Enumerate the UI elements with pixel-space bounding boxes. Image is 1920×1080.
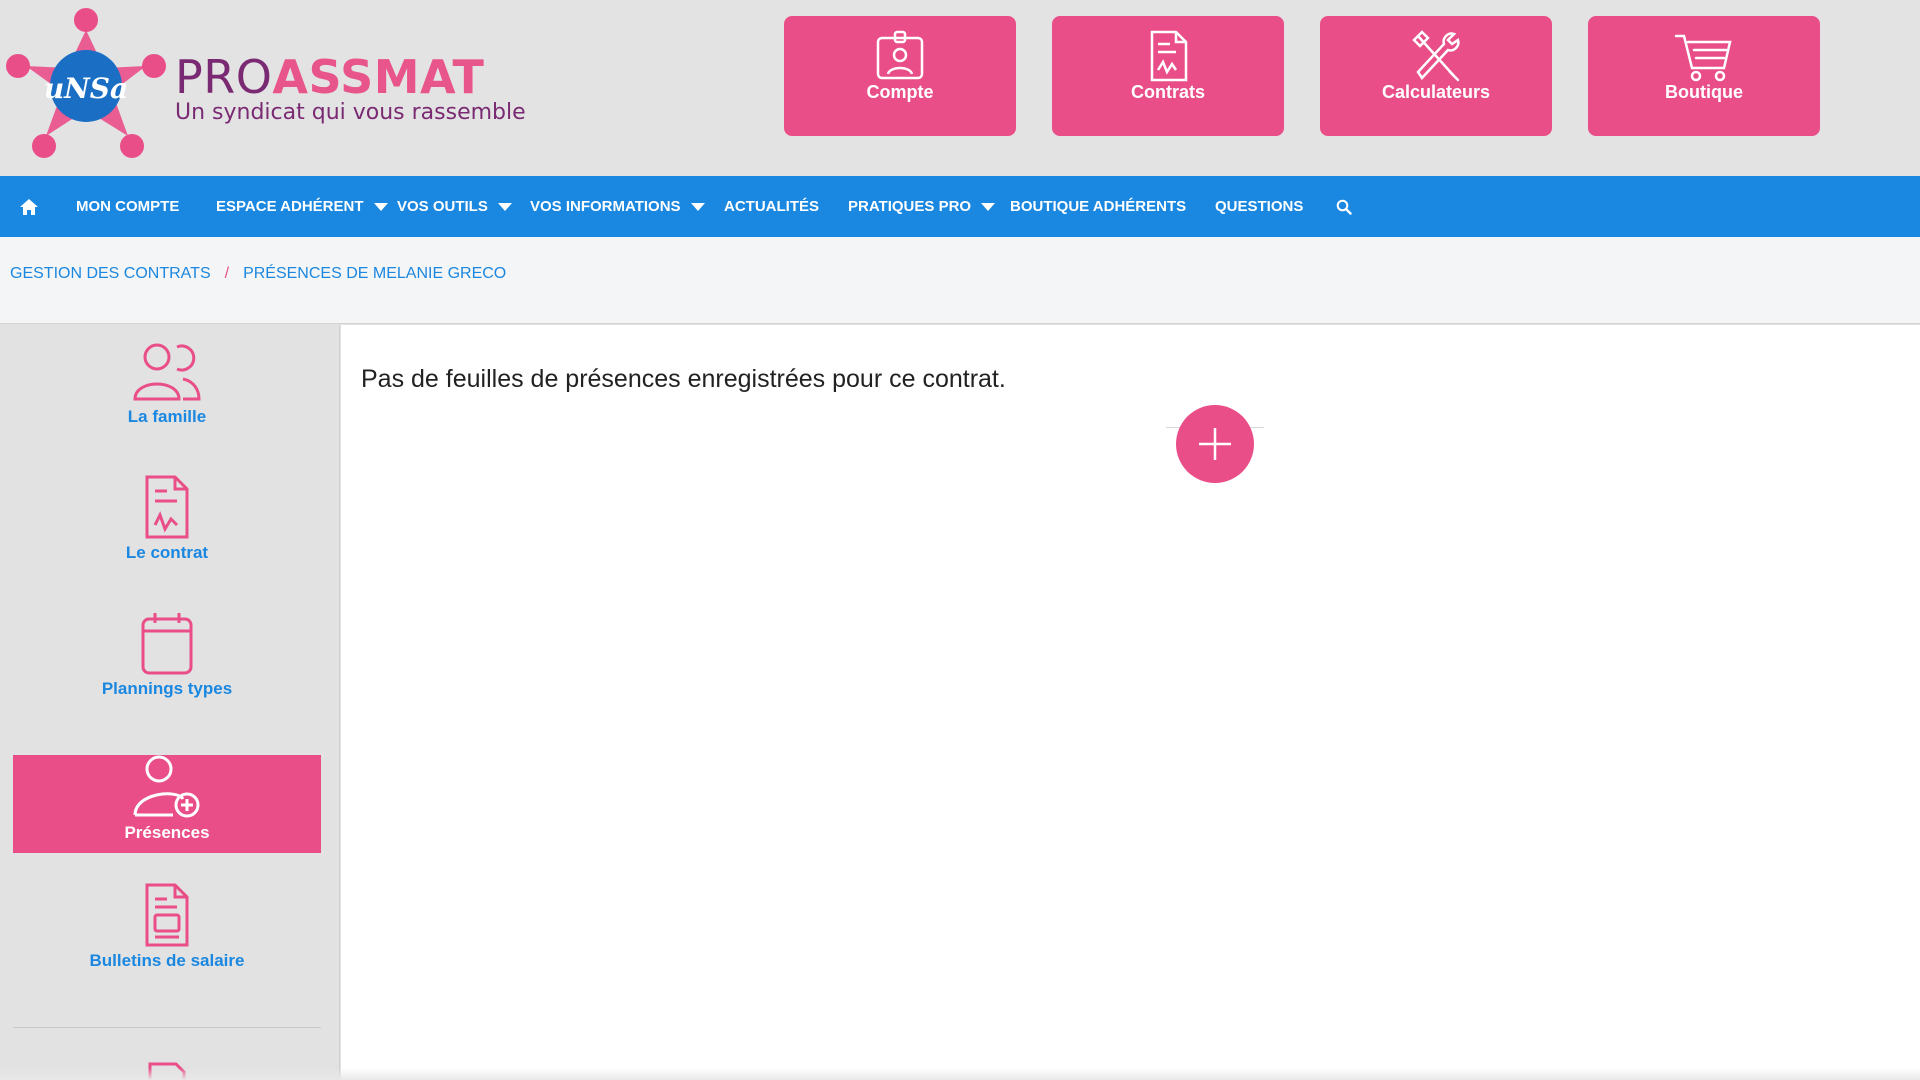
- compte-button[interactable]: Compte: [784, 16, 1016, 136]
- breadcrumb-separator: /: [224, 265, 230, 282]
- sidebar-item-label: Présences: [124, 823, 210, 842]
- calculateurs-button[interactable]: Calculateurs: [1320, 16, 1552, 136]
- nav-label: VOS INFORMATIONS: [530, 198, 681, 215]
- contrats-button[interactable]: Contrats: [1052, 16, 1284, 136]
- breadcrumb-presences[interactable]: PRÉSENCES DE MELANIE GRECO: [243, 265, 506, 282]
- main-nav: MON COMPTE ESPACE ADHÉRENT VOS OUTILS VO…: [0, 176, 1920, 237]
- sidebar-item-presences[interactable]: Présences: [13, 755, 321, 853]
- sidebar-item-label: Bulletins de salaire: [89, 951, 245, 970]
- boutique-button[interactable]: Boutique: [1588, 16, 1820, 136]
- compte-label: Compte: [866, 82, 934, 102]
- plus-icon: [1199, 428, 1231, 460]
- payslip-icon: [145, 883, 189, 947]
- tools-icon: [1412, 30, 1460, 82]
- nav-label: BOUTIQUE ADHÉRENTS: [1010, 198, 1187, 215]
- nav-label: ACTUALITÉS: [724, 198, 819, 215]
- empty-state-message: Pas de feuilles de présences enregistrée…: [361, 365, 1006, 393]
- person-add-icon: [133, 755, 200, 818]
- chevron-down-icon: [690, 202, 705, 211]
- nav-home[interactable]: [20, 176, 38, 237]
- chevron-down-icon: [497, 202, 512, 211]
- sidebar-item-label: Plannings types: [101, 679, 233, 698]
- sidebar-divider: [13, 1027, 321, 1028]
- breadcrumb-gestion-contrats[interactable]: GESTION DES CONTRATS: [10, 265, 211, 282]
- nav-vos-outils[interactable]: VOS OUTILS: [397, 176, 512, 237]
- breadcrumb-bar: GESTION DES CONTRATS / PRÉSENCES DE MELANI…: [0, 237, 1920, 324]
- nav-boutique-adherents[interactable]: BOUTIQUE ADHÉRENTS: [1010, 176, 1186, 237]
- calculateurs-label: Calculateurs: [1381, 82, 1491, 102]
- boutique-label: Boutique: [1665, 82, 1743, 102]
- nav-espace-adherent[interactable]: ESPACE ADHÉRENT: [216, 176, 388, 237]
- nav-label: QUESTIONS: [1215, 198, 1304, 215]
- contract-icon: [145, 475, 189, 539]
- search-icon: [1336, 199, 1352, 215]
- sidebar-item-label: Le contrat: [125, 543, 209, 562]
- contract-sidebar: La famille Le contrat Plannings types Pr…: [0, 325, 340, 1080]
- unsa-logo[interactable]: uNSa: [6, 8, 166, 163]
- add-presence-button[interactable]: [1176, 405, 1254, 483]
- sidebar-item-famille[interactable]: La famille: [13, 339, 321, 437]
- top-header: uNSa PROASSMAT Un syndicat qui vous rass…: [0, 0, 1920, 176]
- contract-document-icon: [1150, 30, 1188, 82]
- nav-vos-informations[interactable]: VOS INFORMATIONS: [530, 176, 705, 237]
- chevron-down-icon: [373, 202, 388, 211]
- brand[interactable]: PROASSMAT Un syndicat qui vous rassemble: [175, 52, 526, 125]
- shopping-cart-icon: [1674, 34, 1732, 82]
- brand-pro: PRO: [175, 50, 273, 104]
- nav-label: ESPACE ADHÉRENT: [216, 198, 364, 215]
- home-icon: [20, 198, 38, 215]
- breadcrumb: GESTION DES CONTRATS / PRÉSENCES DE MELANI…: [10, 265, 506, 283]
- nav-label: MON COMPTE: [76, 198, 180, 215]
- nav-label: VOS OUTILS: [397, 198, 488, 215]
- sidebar-item-contrat[interactable]: Le contrat: [13, 475, 321, 573]
- nav-label: PRATIQUES PRO: [848, 198, 972, 215]
- nav-search[interactable]: [1336, 176, 1352, 237]
- nav-pratiques-pro[interactable]: PRATIQUES PRO: [848, 176, 996, 237]
- main-content: Pas de feuilles de présences enregistrée…: [341, 325, 1920, 1080]
- id-badge-icon: [876, 30, 924, 80]
- family-icon: [133, 343, 201, 401]
- brand-assmat: ASSMAT: [272, 50, 485, 104]
- chevron-down-icon: [981, 202, 996, 211]
- sidebar-item-label: La famille: [127, 407, 207, 426]
- bottom-shade: [0, 1068, 1920, 1080]
- calendar-icon: [141, 613, 193, 675]
- logo-lettering: uNSa: [44, 72, 128, 105]
- sidebar-item-bulletins[interactable]: Bulletins de salaire: [13, 883, 321, 981]
- brand-tagline: Un syndicat qui vous rassemble: [175, 100, 526, 125]
- sidebar-item-plannings[interactable]: Plannings types: [13, 611, 321, 709]
- nav-mon-compte[interactable]: MON COMPTE: [76, 176, 179, 237]
- nav-questions[interactable]: QUESTIONS: [1215, 176, 1303, 237]
- brand-name: PROASSMAT: [175, 52, 526, 102]
- contrats-label: Contrats: [1130, 82, 1205, 102]
- nav-actualites[interactable]: ACTUALITÉS: [724, 176, 819, 237]
